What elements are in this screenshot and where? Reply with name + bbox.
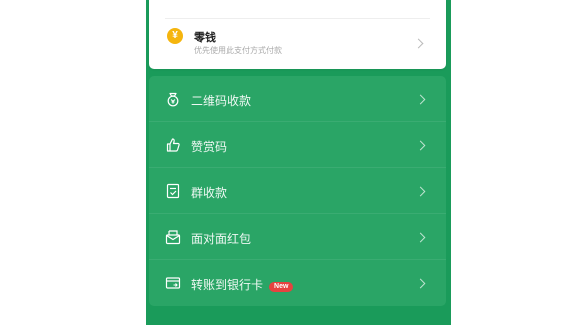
chevron-right-icon	[415, 94, 426, 105]
menu-label: 二维码收款	[191, 94, 252, 108]
thumbs-up-icon	[166, 138, 180, 152]
menu-label: 面对面红包	[191, 232, 252, 246]
menu-label: 群收款	[191, 186, 228, 200]
wallet-screen: ¥ 零钱 优先使用此支付方式付款 二维码收款 赞赏码 群收款 面对面红包 转账到…	[146, 0, 451, 325]
change-subtitle: 优先使用此支付方式付款	[194, 46, 282, 55]
menu-item-qr-receive[interactable]: 二维码收款	[149, 76, 446, 122]
change-title: 零钱	[194, 31, 216, 44]
chevron-right-icon	[413, 38, 424, 49]
chevron-right-icon	[415, 186, 426, 197]
menu-item-face-to-face-red-packet[interactable]: 面对面红包	[149, 214, 446, 260]
chevron-right-icon	[415, 232, 426, 243]
group-receipt-icon	[166, 183, 180, 199]
menu-item-group-receive[interactable]: 群收款	[149, 168, 446, 214]
chevron-right-icon	[415, 278, 426, 289]
coin-icon: ¥	[167, 28, 183, 44]
chevron-right-icon	[415, 140, 426, 151]
menu-label: 赞赏码	[191, 140, 228, 154]
red-packet-icon	[165, 230, 181, 245]
wallet-card[interactable]: ¥ 零钱 优先使用此支付方式付款	[149, 0, 446, 69]
menu-label-text: 转账到银行卡	[191, 278, 264, 292]
money-bag-icon	[167, 92, 179, 107]
menu-item-appreciation-code[interactable]: 赞赏码	[149, 122, 446, 168]
menu-label: 转账到银行卡 New	[191, 276, 294, 293]
payment-menu: 二维码收款 赞赏码 群收款 面对面红包 转账到银行卡 New	[149, 76, 446, 306]
menu-item-transfer-to-bank-card[interactable]: 转账到银行卡 New	[149, 260, 446, 306]
new-badge: New	[269, 282, 294, 292]
divider	[165, 18, 430, 19]
bank-card-icon	[165, 277, 181, 289]
